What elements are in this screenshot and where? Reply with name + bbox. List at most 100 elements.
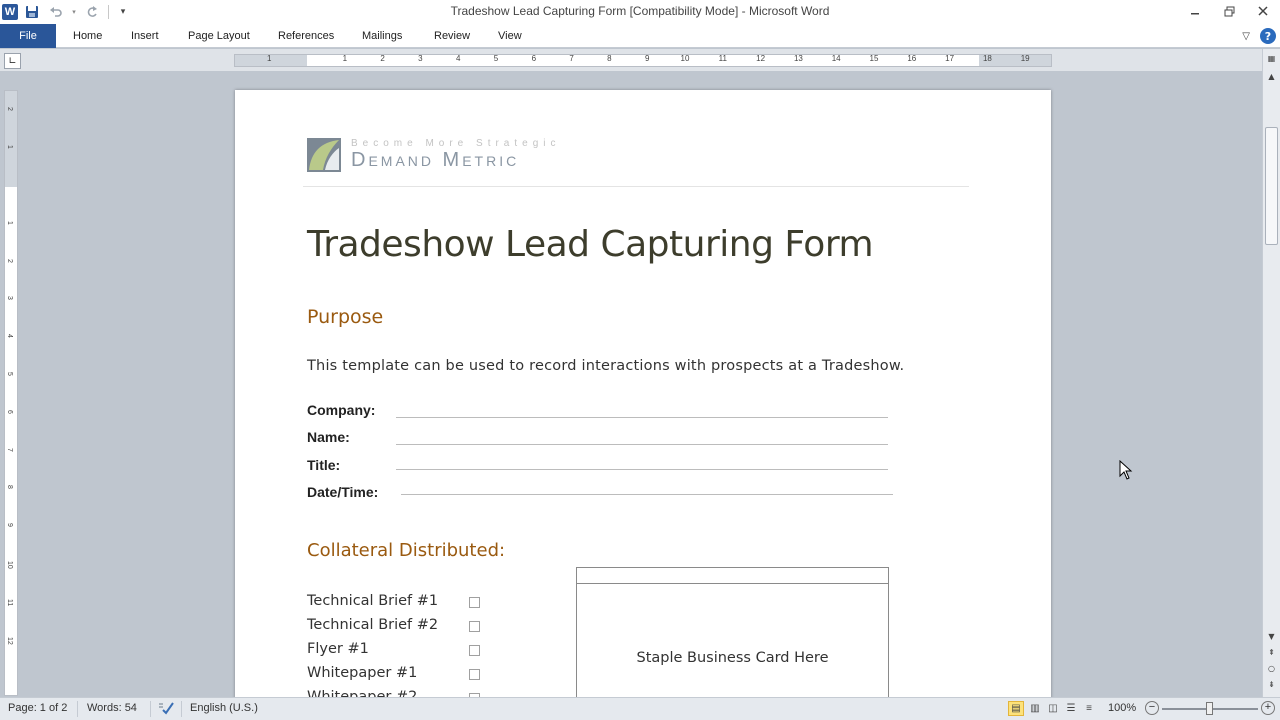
- outline-icon[interactable]: ☰: [1063, 701, 1079, 716]
- company-field-label[interactable]: Company:: [307, 402, 375, 418]
- tab-file[interactable]: File: [0, 24, 56, 48]
- window-controls: [1178, 0, 1280, 24]
- web-layout-icon[interactable]: ◫: [1045, 701, 1061, 716]
- view-ruler-icon[interactable]: ▦: [1264, 51, 1279, 65]
- select-browse-object-icon[interactable]: ○: [1264, 661, 1279, 675]
- checkbox[interactable]: [469, 645, 480, 656]
- ruler-number: 12: [6, 636, 13, 645]
- mouse-cursor-icon: [1119, 460, 1133, 480]
- ruler-number: 7: [6, 447, 13, 452]
- restore-icon[interactable]: [1212, 0, 1246, 22]
- title-field-label[interactable]: Title:: [307, 457, 340, 473]
- document-title[interactable]: Tradeshow Lead Capturing Form: [307, 224, 874, 265]
- next-page-icon[interactable]: ⇟: [1264, 677, 1279, 691]
- ruler-number: 1: [342, 54, 348, 63]
- ruler-number: 8: [607, 54, 612, 63]
- scrollbar-thumb[interactable]: [1265, 127, 1278, 245]
- ruler-number: 9: [644, 54, 650, 63]
- ruler-number: 14: [831, 54, 841, 63]
- ruler-number: 8: [6, 485, 13, 490]
- print-layout-icon[interactable]: ▤: [1008, 701, 1024, 716]
- zoom-in-icon[interactable]: +: [1261, 701, 1275, 715]
- purpose-text[interactable]: This template can be used to record inte…: [307, 358, 904, 374]
- status-divider: [181, 701, 182, 717]
- tab-page-layout[interactable]: Page Layout: [188, 24, 250, 48]
- word-count[interactable]: Words: 54: [87, 702, 137, 714]
- collateral-item[interactable]: Technical Brief #2: [307, 617, 438, 633]
- business-card-box[interactable]: Staple Business Card Here: [576, 567, 889, 710]
- vertical-scrollbar[interactable]: ▦ ▲ ▼ ⇞ ○ ⇟: [1262, 49, 1280, 697]
- status-bar: Page: 1 of 2 Words: 54 English (U.S.) ▤ …: [0, 697, 1280, 720]
- ruler-number: 2: [380, 54, 385, 63]
- ruler-top-margin: [5, 91, 17, 187]
- help-icon[interactable]: ?: [1260, 28, 1276, 44]
- tab-mailings[interactable]: Mailings: [362, 24, 402, 48]
- datetime-field-line[interactable]: [401, 494, 893, 495]
- ruler-number: 4: [6, 334, 13, 339]
- zoom-out-icon[interactable]: −: [1145, 701, 1159, 715]
- ruler-number: 1: [6, 145, 13, 150]
- minimize-icon[interactable]: [1178, 0, 1212, 22]
- checkbox[interactable]: [469, 597, 480, 608]
- purpose-heading[interactable]: Purpose: [307, 306, 383, 328]
- proofing-icon[interactable]: [157, 700, 175, 716]
- name-field-line[interactable]: [396, 444, 888, 445]
- vertical-ruler[interactable]: 2 1 1 2 3 4 5 6 7 8 9 10 11 12: [4, 90, 18, 696]
- collateral-item[interactable]: Whitepaper #1: [307, 665, 417, 681]
- status-divider: [150, 701, 151, 717]
- expand-ribbon-icon[interactable]: ▽: [1242, 31, 1250, 42]
- title-bar: W ▾ ▾ Tradeshow Lead Capturing Form [Com…: [0, 0, 1280, 24]
- ruler-number: 3: [418, 54, 423, 63]
- ruler-number: 15: [869, 54, 879, 63]
- tab-references[interactable]: References: [278, 24, 334, 48]
- tab-insert[interactable]: Insert: [131, 24, 159, 48]
- ruler-number: 9: [6, 523, 13, 528]
- ruler-number: 1: [6, 220, 13, 225]
- ruler-number: 12: [756, 54, 766, 63]
- ruler-number: 5: [6, 372, 13, 376]
- ruler-number: 3: [6, 296, 13, 301]
- status-divider: [77, 701, 78, 717]
- collateral-item[interactable]: Technical Brief #1: [307, 593, 438, 609]
- document-page[interactable]: Become More Strategic Demand Metric Trad…: [235, 90, 1051, 710]
- zoom-slider-thumb[interactable]: [1206, 702, 1213, 715]
- ruler-number: 6: [531, 54, 537, 63]
- checkbox[interactable]: [469, 669, 480, 680]
- card-box-header-line: [577, 583, 888, 584]
- name-field-label[interactable]: Name:: [307, 429, 350, 445]
- draft-icon[interactable]: ≡: [1081, 701, 1097, 716]
- title-field-line[interactable]: [396, 469, 888, 470]
- collateral-heading[interactable]: Collateral Distributed:: [307, 540, 505, 561]
- datetime-field-label[interactable]: Date/Time:: [307, 484, 378, 500]
- ruler-number: 1: [266, 54, 272, 63]
- ruler-number: 5: [493, 54, 499, 63]
- horizontal-ruler[interactable]: 1 1 2 3 4 5 6 7 8 9 10 11 12 13 14 15 16 17 18 19: [234, 54, 1052, 67]
- tab-home[interactable]: Home: [73, 24, 102, 48]
- ruler-number: 2: [6, 107, 13, 112]
- previous-page-icon[interactable]: ⇞: [1264, 645, 1279, 659]
- card-box-text[interactable]: Staple Business Card Here: [577, 650, 888, 666]
- ruler-number: 16: [907, 54, 917, 63]
- ruler-number: 10: [6, 561, 13, 569]
- scroll-up-icon[interactable]: ▲: [1264, 69, 1279, 83]
- ruler-number: 6: [6, 409, 13, 414]
- ruler-number: 11: [718, 54, 727, 63]
- language-indicator[interactable]: English (U.S.): [190, 702, 258, 714]
- ruler-number: 4: [455, 54, 461, 63]
- page-count[interactable]: Page: 1 of 2: [8, 702, 67, 714]
- checkbox[interactable]: [469, 621, 480, 632]
- tab-selector-icon[interactable]: ∟: [4, 53, 21, 69]
- ribbon-right-controls: ▽ ?: [1242, 24, 1276, 48]
- tab-view[interactable]: View: [498, 24, 522, 48]
- tab-review[interactable]: Review: [434, 24, 470, 48]
- zoom-level[interactable]: 100%: [1108, 702, 1136, 714]
- logo-name: Demand Metric: [351, 149, 520, 171]
- ruler-number: 18: [982, 54, 992, 63]
- ribbon-tabs: File Home Insert Page Layout References …: [0, 24, 1280, 48]
- collateral-item[interactable]: Flyer #1: [307, 641, 369, 657]
- scroll-down-icon[interactable]: ▼: [1264, 629, 1279, 643]
- ruler-number: 7: [569, 54, 574, 63]
- close-icon[interactable]: [1246, 0, 1280, 22]
- company-field-line[interactable]: [396, 417, 888, 418]
- full-screen-reading-icon[interactable]: ▥: [1027, 701, 1043, 716]
